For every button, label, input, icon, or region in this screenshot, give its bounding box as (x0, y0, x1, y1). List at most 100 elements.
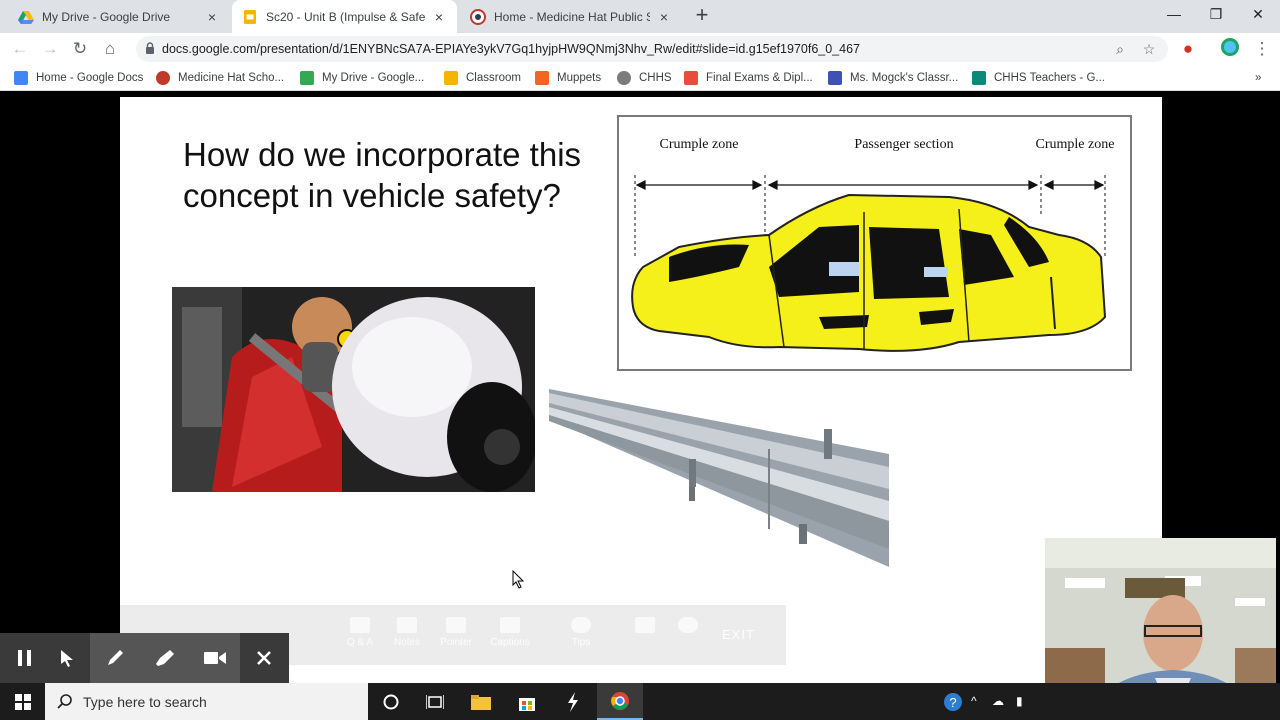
bookmark-item[interactable]: CHHS (617, 70, 672, 86)
screencast-app-button[interactable] (550, 683, 596, 720)
weebly-icon (828, 71, 842, 85)
minimize-button[interactable]: — (1152, 0, 1196, 30)
annotation-toolbar (0, 633, 289, 683)
pointer-icon (446, 617, 466, 633)
qa-button[interactable]: Q & A (340, 617, 380, 648)
tab-my-drive[interactable]: My Drive - Google Drive × (8, 0, 230, 33)
bookmark-item[interactable]: Medicine Hat Scho... (156, 70, 284, 86)
back-icon[interactable]: ← (8, 37, 32, 61)
bookmark-item[interactable]: Home - Google Docs (14, 70, 143, 86)
gear-icon (678, 617, 698, 633)
address-bar[interactable]: docs.google.com/presentation/d/1ENYBNcSA… (136, 36, 1168, 62)
notes-button[interactable]: Notes (387, 617, 427, 648)
close-icon (257, 651, 271, 665)
file-explorer-button[interactable] (458, 683, 504, 720)
video-camera-icon (204, 652, 226, 664)
tips-icon (571, 617, 591, 633)
highlighter-button[interactable] (140, 633, 190, 683)
tab-close-button[interactable]: × (656, 9, 672, 25)
tab-strip: My Drive - Google Drive × Sc20 - Unit B … (0, 0, 1280, 33)
mouse-cursor-icon (512, 570, 524, 589)
bookmark-item[interactable]: My Drive - Google... (300, 70, 424, 86)
bookmark-label: CHHS Teachers - G... (994, 72, 1105, 84)
chrome-taskbar-button[interactable] (597, 683, 643, 720)
more-bookmarks-button[interactable]: » (1255, 70, 1261, 86)
exit-button[interactable]: EXIT (722, 627, 755, 642)
tab-title: My Drive - Google Drive (42, 9, 171, 24)
captions-button[interactable]: Captions (490, 617, 530, 648)
bookmark-item[interactable]: CHHS Teachers - G... (972, 70, 1105, 86)
cortana-icon (383, 694, 399, 709)
pointer-button[interactable]: Pointer (436, 617, 476, 648)
bookmark-label: Home - Google Docs (36, 72, 144, 84)
profile-avatar[interactable] (1218, 37, 1242, 61)
classroom-icon (444, 71, 458, 85)
school-logo-icon (156, 71, 170, 85)
task-view-button[interactable] (412, 683, 458, 720)
bookmark-item[interactable]: Muppets (535, 70, 601, 86)
search-icon (57, 694, 72, 709)
search-placeholder: Type here to search (83, 694, 207, 710)
bookmark-item[interactable]: Ms. Mogck's Classr... (828, 70, 958, 86)
tab-medicine-hat[interactable]: Home - Medicine Hat Public Scho × (460, 0, 682, 33)
notes-icon (397, 617, 417, 633)
tab-close-button[interactable]: × (431, 9, 447, 25)
tips-button[interactable]: Tips (561, 617, 601, 648)
microphone-icon[interactable]: ▮ (1016, 694, 1023, 708)
cursor-arrow-icon (61, 650, 73, 667)
close-annotation-button[interactable] (239, 633, 289, 683)
extension-icon[interactable]: ● (1176, 37, 1200, 61)
pen-button[interactable] (90, 633, 140, 683)
taskbar-search-box[interactable]: Type here to search (45, 683, 368, 720)
bookmark-label: Final Exams & Dipl... (706, 72, 813, 84)
lightning-icon (568, 691, 578, 712)
tips-label: Tips (571, 637, 591, 648)
camera-button[interactable] (190, 633, 240, 683)
help-button[interactable]: ? (930, 683, 976, 720)
windows-taskbar: Type here to search ? ^ ☁ ▮ (0, 683, 1280, 720)
home-icon[interactable]: ⌂ (98, 37, 122, 61)
bookmark-item[interactable]: Final Exams & Dipl... (684, 70, 813, 86)
chevron-up-icon[interactable]: ^ (971, 694, 977, 708)
airbag-crash-test-image (172, 287, 535, 492)
captions-icon (500, 617, 520, 633)
bookmark-star-icon[interactable]: ☆ (1141, 41, 1157, 57)
svg-text:?: ? (949, 695, 956, 710)
restore-button[interactable]: ❐ (1194, 0, 1238, 30)
help-icon: ? (944, 692, 962, 711)
zoom-icon[interactable]: ⌕ (1112, 41, 1128, 57)
browser-toolbar: ← → ↻ ⌂ docs.google.com/presentation/d/1… (0, 33, 1280, 65)
new-tab-button[interactable]: + (690, 4, 714, 28)
onedrive-icon[interactable]: ☁ (992, 694, 1004, 708)
bookmark-label: Muppets (557, 72, 602, 84)
bookmark-item[interactable]: Classroom (444, 70, 521, 86)
bookmark-label: CHHS (639, 72, 672, 84)
docs-icon (14, 71, 28, 85)
tab-slides[interactable]: Sc20 - Unit B (Impulse & Safety) × (232, 0, 457, 33)
windows-logo-icon (14, 693, 31, 710)
start-button[interactable] (0, 683, 45, 720)
guard-rail-image (549, 389, 889, 567)
google-drive-icon (18, 10, 34, 24)
sharepoint-icon (972, 71, 986, 85)
highlighter-icon (156, 650, 174, 666)
qa-icon (350, 617, 370, 633)
store-button[interactable] (504, 683, 550, 720)
select-button[interactable] (42, 633, 92, 683)
menu-icon[interactable]: ⋮ (1250, 37, 1274, 61)
fullscreen-button[interactable] (625, 617, 665, 637)
fullscreen-icon (635, 617, 655, 633)
close-window-button[interactable]: ✕ (1236, 0, 1280, 30)
reload-icon[interactable]: ↻ (68, 37, 92, 61)
slide-title: How do we incorporate this concept in ve… (183, 136, 582, 214)
captions-label: Captions (490, 637, 530, 648)
settings-button[interactable] (668, 617, 708, 637)
forward-icon[interactable]: → (38, 37, 62, 61)
qa-label: Q & A (346, 637, 374, 648)
school-logo-icon (617, 71, 631, 85)
pointer-label: Pointer (440, 637, 472, 648)
tab-close-button[interactable]: × (204, 9, 220, 25)
lock-icon (146, 42, 154, 54)
cortana-button[interactable] (368, 683, 414, 720)
slide[interactable]: How do we incorporate this concept in ve… (120, 97, 1162, 683)
